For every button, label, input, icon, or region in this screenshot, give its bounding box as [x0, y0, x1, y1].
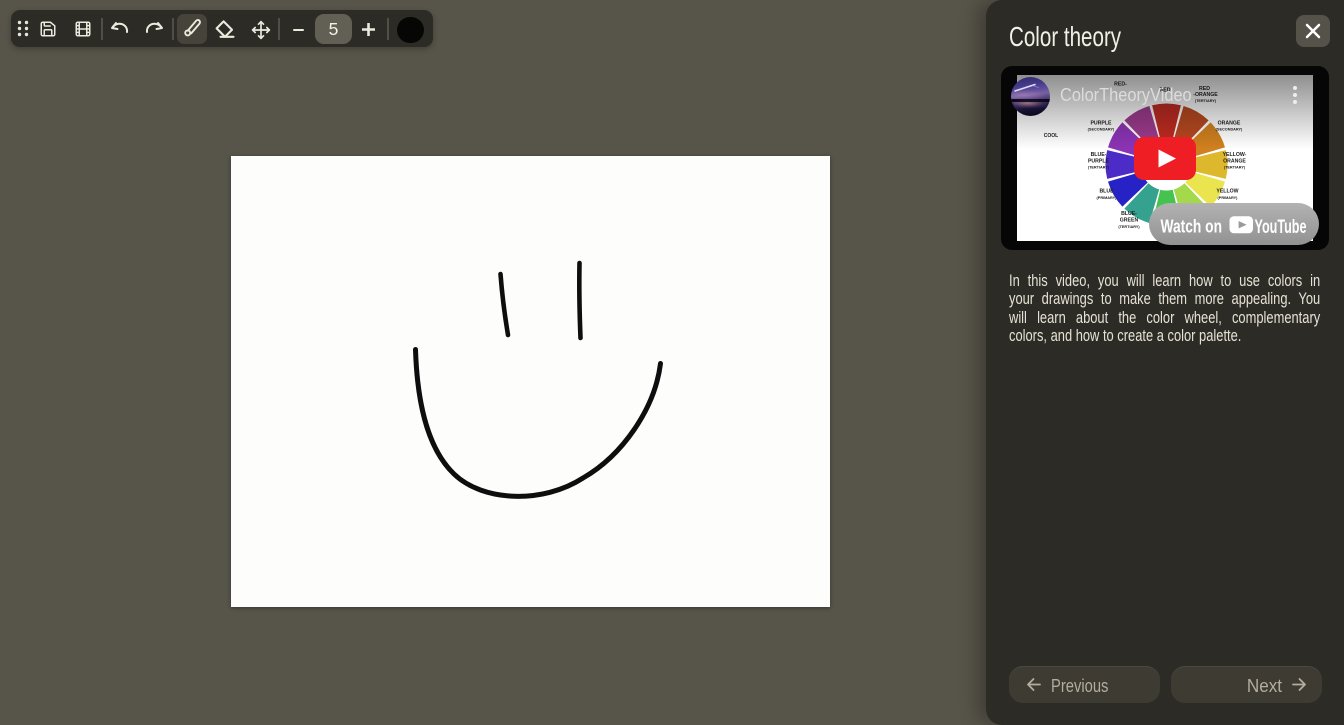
- svg-text:(TERTIARY): (TERTIARY): [1088, 166, 1110, 170]
- svg-text:Watch on: Watch on: [1161, 215, 1223, 236]
- svg-text:PURPLE: PURPLE: [1088, 159, 1110, 165]
- svg-text:BLUE-: BLUE-: [1121, 211, 1137, 217]
- svg-text:(TERTIARY): (TERTIARY): [1118, 225, 1140, 229]
- svg-text:BLUE-: BLUE-: [1091, 152, 1107, 158]
- svg-text:(PRIMARY): (PRIMARY): [1218, 196, 1239, 200]
- svg-text:GREEN: GREEN: [1120, 218, 1139, 224]
- svg-text:YELLOW-: YELLOW-: [1223, 152, 1247, 158]
- svg-text:(TERTIARY): (TERTIARY): [1224, 166, 1246, 170]
- svg-text:YELLOW: YELLOW: [1216, 189, 1238, 195]
- svg-text:YouTube: YouTube: [1255, 216, 1307, 238]
- svg-text:(PRIMARY): (PRIMARY): [1097, 196, 1118, 200]
- svg-text:ORANGE: ORANGE: [1223, 159, 1246, 165]
- svg-text:BLUE: BLUE: [1099, 189, 1114, 195]
